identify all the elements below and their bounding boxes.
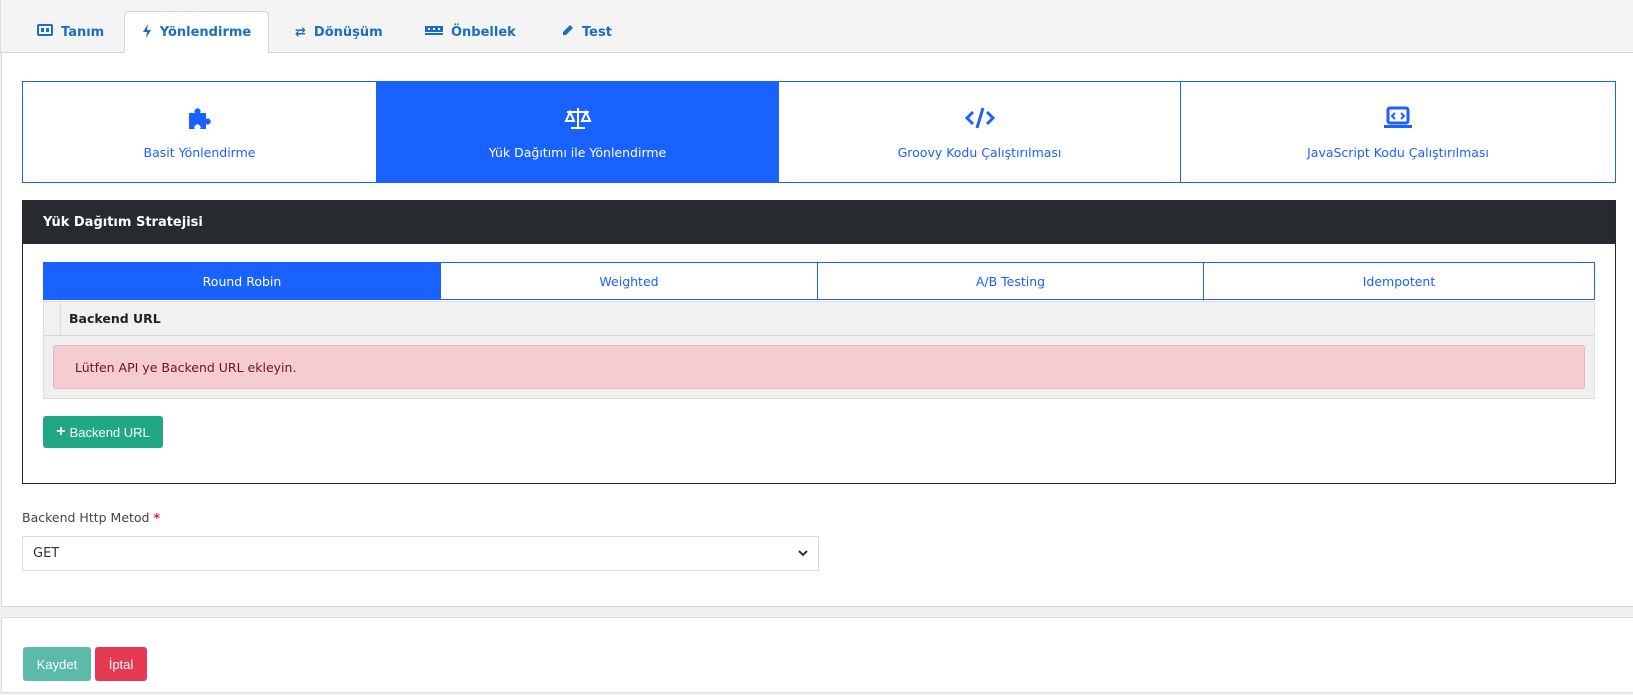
strategy-tab-round-robin[interactable]: Round Robin [44, 263, 441, 299]
tab-donusum[interactable]: ⇄ Dönüşüm [281, 11, 397, 53]
tab-label: Test [582, 24, 612, 40]
eyedropper-icon [561, 24, 574, 41]
tab-label: Tanım [61, 24, 105, 40]
load-balance-panel: Yük Dağıtım Stratejisi Round Robin Weigh… [22, 200, 1616, 484]
tab-onbellek[interactable]: Önbellek [411, 11, 530, 53]
strategy-tabs: Round Robin Weighted A/B Testing Idempot… [43, 262, 1595, 300]
routing-groovy[interactable]: Groovy Kodu Çalıştırılması [779, 82, 1181, 182]
plus-icon: + [56, 423, 66, 440]
memory-icon [425, 24, 443, 40]
balance-scale-icon [563, 107, 592, 129]
bolt-icon [142, 23, 152, 42]
tab-label: Yönlendirme [159, 25, 252, 40]
column-header-backend-url: Backend URL [69, 311, 161, 326]
tab-label: Önbellek [451, 24, 516, 40]
id-card-icon [37, 24, 53, 40]
backend-url-table: Backend URL Lütfen API ye Backend URL ek… [43, 301, 1595, 399]
laptop-code-icon [1384, 106, 1412, 128]
save-button[interactable]: Kaydet [23, 647, 91, 681]
routing-type-selector: Basit Yönlendirme Yük Dağıtımı ile Yönle… [22, 81, 1616, 183]
http-method-label-text: Backend Http Metod [22, 510, 150, 525]
routing-label: Yük Dağıtımı ile Yönlendirme [488, 144, 667, 160]
tab-bar: Tanım Yönlendirme ⇄ Dönüşüm Önbellek Tes… [0, 0, 1633, 54]
http-method-select[interactable]: GET [22, 536, 819, 571]
routing-yuk-dagitimi[interactable]: Yük Dağıtımı ile Yönlendirme [377, 82, 779, 182]
http-method-value: GET [33, 546, 60, 561]
routing-label: JavaScript Kodu Çalıştırılması [1307, 144, 1489, 160]
routing-basit[interactable]: Basit Yönlendirme [23, 82, 377, 182]
tab-yonlendirme[interactable]: Yönlendirme [124, 11, 269, 54]
footer-actions: Kaydet İptal [1, 617, 1633, 693]
routing-label: Groovy Kodu Çalıştırılması [897, 144, 1062, 160]
table-header-spacer [44, 302, 61, 335]
add-backend-url-button[interactable]: + Backend URL [43, 416, 163, 448]
table-header: Backend URL [44, 302, 1594, 336]
strategy-tab-ab-testing[interactable]: A/B Testing [818, 263, 1204, 299]
http-method-label: Backend Http Metod * [22, 510, 160, 525]
code-icon [964, 107, 995, 128]
tab-label: Dönüşüm [313, 24, 383, 40]
add-backend-url-label: Backend URL [69, 424, 150, 440]
chevron-down-icon [798, 546, 808, 561]
required-marker: * [153, 510, 161, 525]
strategy-tab-weighted[interactable]: Weighted [441, 263, 818, 299]
routing-label: Basit Yönlendirme [143, 144, 256, 160]
puzzle-icon [188, 107, 211, 129]
tab-tanim[interactable]: Tanım [23, 11, 118, 53]
routing-javascript[interactable]: JavaScript Kodu Çalıştırılması [1181, 82, 1615, 182]
strategy-tab-idempotent[interactable]: Idempotent [1204, 263, 1594, 299]
empty-alert: Lütfen API ye Backend URL ekleyin. [53, 345, 1585, 389]
exchange-icon: ⇄ [295, 24, 306, 40]
panel-title: Yük Dağıtım Stratejisi [23, 201, 1615, 244]
tab-test[interactable]: Test [547, 11, 626, 53]
cancel-button[interactable]: İptal [95, 647, 147, 681]
